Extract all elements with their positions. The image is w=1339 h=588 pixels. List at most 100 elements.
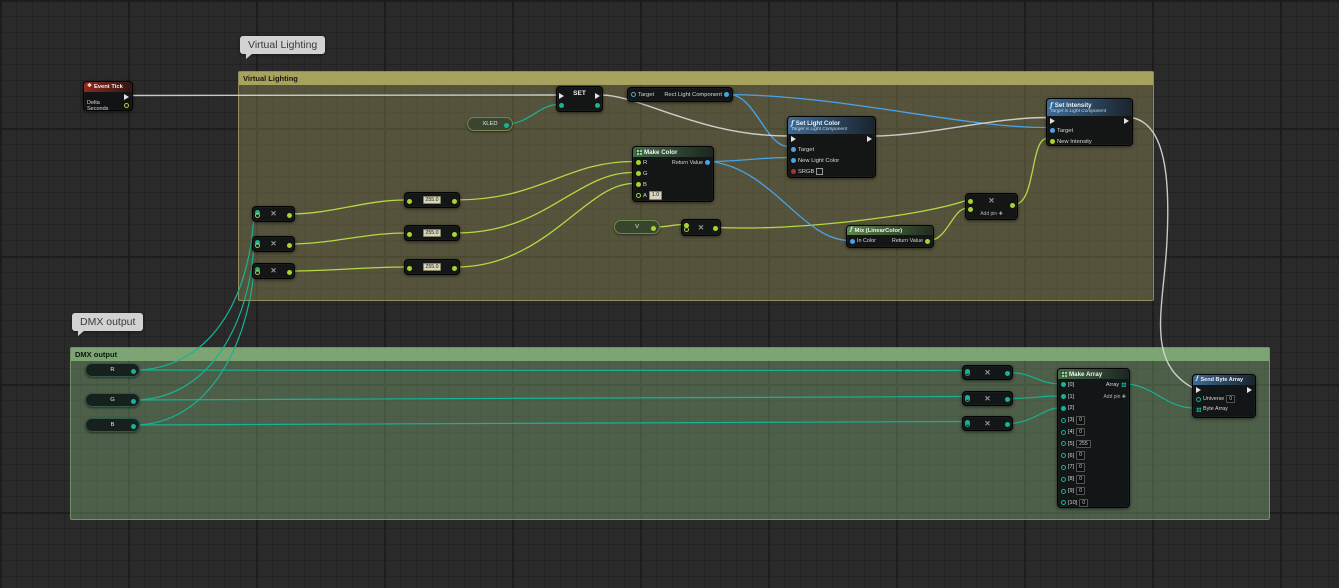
float-pin[interactable] [287, 243, 292, 248]
byte-pin[interactable] [559, 103, 564, 108]
object-pin[interactable] [791, 147, 796, 152]
float-pin[interactable] [255, 213, 260, 218]
float-pin[interactable] [1050, 139, 1055, 144]
node-multiply-b[interactable]: ✕ [252, 263, 295, 279]
pill-b-variable[interactable]: B [85, 418, 140, 432]
exec-in-pin[interactable] [559, 93, 564, 99]
byte-pin[interactable] [1061, 382, 1066, 387]
node-divide-b[interactable]: 255.0 [404, 259, 460, 275]
float-pin[interactable] [287, 213, 292, 218]
node-make-array[interactable]: Make Array [0] Array [1] Add pin ✚ [2] [… [1057, 368, 1130, 508]
value-input[interactable]: 255.0 [423, 229, 442, 238]
value-input[interactable]: 255.0 [423, 196, 442, 205]
value-input[interactable]: 0 [1076, 416, 1085, 425]
byte-pin[interactable] [1061, 441, 1066, 446]
float-pin[interactable] [124, 103, 129, 108]
int-pin[interactable] [1196, 397, 1201, 402]
pill-r-variable[interactable]: R [85, 363, 140, 377]
byte-pin[interactable] [1061, 500, 1066, 505]
float-pin[interactable] [636, 182, 641, 187]
node-event-tick[interactable]: ❖ Event Tick Delta Seconds [83, 81, 133, 111]
value-input[interactable]: 0 [1076, 451, 1085, 460]
exec-out-pin[interactable] [1247, 387, 1252, 393]
float-pin[interactable] [636, 193, 641, 198]
byte-pin[interactable] [1005, 422, 1010, 427]
value-input[interactable]: 0 [1076, 487, 1085, 496]
pill-xled-variable[interactable]: XLED [467, 117, 513, 131]
pill-g-variable[interactable]: G [85, 393, 140, 407]
value-input[interactable]: 255 [1076, 440, 1091, 449]
float-pin[interactable] [255, 270, 260, 275]
float-pin[interactable] [651, 226, 656, 231]
value-input[interactable]: 255.0 [423, 263, 442, 272]
object-pin[interactable] [724, 92, 729, 97]
byte-pin[interactable] [965, 397, 970, 402]
byte-pin[interactable] [131, 369, 136, 374]
exec-out-pin[interactable] [595, 93, 600, 99]
byte-pin[interactable] [1061, 430, 1066, 435]
exec-in-pin[interactable] [1196, 387, 1201, 393]
node-divide-r[interactable]: 255.0 [404, 192, 460, 208]
struct-pin[interactable] [791, 158, 796, 163]
node-multiply-intensity[interactable]: ✕ Add pin ✚ [965, 193, 1018, 220]
node-make-color[interactable]: Make Color R Return Value G B A 1.0 [632, 146, 714, 202]
node-multiply-dmx-r[interactable]: ✕ [962, 365, 1013, 380]
node-send-byte-array[interactable]: ƒ Send Byte Array Universe 0 Byte Array [1192, 374, 1256, 418]
node-set-light-color[interactable]: ƒ Set Light Color Target is Light Compon… [787, 116, 876, 178]
value-input[interactable]: 1.0 [649, 191, 662, 200]
float-pin[interactable] [407, 199, 412, 204]
node-multiply-dmx-b[interactable]: ✕ [962, 416, 1013, 431]
comment-header[interactable]: DMX output [71, 348, 1269, 361]
exec-in-pin[interactable] [791, 136, 796, 142]
byte-pin[interactable] [1061, 394, 1066, 399]
value-input[interactable]: 0 [1079, 499, 1088, 508]
float-pin[interactable] [636, 160, 641, 165]
float-pin[interactable] [287, 270, 292, 275]
byte-pin[interactable] [965, 371, 970, 376]
float-pin[interactable] [255, 243, 260, 248]
float-pin[interactable] [713, 226, 718, 231]
float-pin[interactable] [925, 239, 930, 244]
float-pin[interactable] [407, 266, 412, 271]
node-divide-g[interactable]: 255.0 [404, 225, 460, 241]
byte-pin[interactable] [131, 399, 136, 404]
object-pin[interactable] [631, 92, 636, 97]
pill-v-variable[interactable]: V [614, 220, 660, 234]
exec-out-pin[interactable] [124, 94, 129, 100]
value-input[interactable]: 0 [1076, 428, 1085, 437]
value-input[interactable]: 0 [1226, 395, 1235, 404]
comment-header[interactable]: Virtual Lighting [239, 72, 1153, 85]
blueprint-graph-canvas[interactable]: Virtual Lighting DMX output [0, 0, 1339, 588]
byte-pin[interactable] [1061, 453, 1066, 458]
float-pin[interactable] [407, 232, 412, 237]
float-pin[interactable] [1010, 203, 1015, 208]
byte-pin[interactable] [1005, 371, 1010, 376]
byte-pin[interactable] [504, 123, 509, 128]
exec-out-pin[interactable] [867, 136, 872, 142]
float-pin[interactable] [684, 227, 689, 232]
node-rect-light-component[interactable]: Target Rect Light Component [627, 87, 733, 102]
byte-pin[interactable] [1061, 477, 1066, 482]
node-multiply-r[interactable]: ✕ [252, 206, 295, 222]
value-input[interactable]: 0 [1076, 463, 1085, 472]
exec-in-pin[interactable] [1050, 118, 1055, 124]
struct-pin[interactable] [850, 239, 855, 244]
object-pin[interactable] [1050, 128, 1055, 133]
byte-pin[interactable] [1061, 465, 1066, 470]
float-pin[interactable] [452, 266, 457, 271]
byte-pin[interactable] [1061, 406, 1066, 411]
node-multiply-g[interactable]: ✕ [252, 236, 295, 252]
value-input[interactable]: 0 [1076, 475, 1085, 484]
byte-pin[interactable] [131, 424, 136, 429]
array-pin[interactable] [1196, 407, 1201, 412]
bool-pin[interactable] [791, 169, 796, 174]
byte-pin[interactable] [1061, 418, 1066, 423]
node-mix-linearcolor[interactable]: ƒ Mix (LinearColor) In Color Return Valu… [846, 225, 934, 248]
array-pin[interactable] [1121, 382, 1126, 387]
node-multiply-v[interactable]: ✕ [681, 219, 721, 236]
node-multiply-dmx-g[interactable]: ✕ [962, 391, 1013, 406]
float-pin[interactable] [636, 171, 641, 176]
exec-out-pin[interactable] [1124, 118, 1129, 124]
struct-pin[interactable] [705, 160, 710, 165]
float-pin[interactable] [452, 199, 457, 204]
